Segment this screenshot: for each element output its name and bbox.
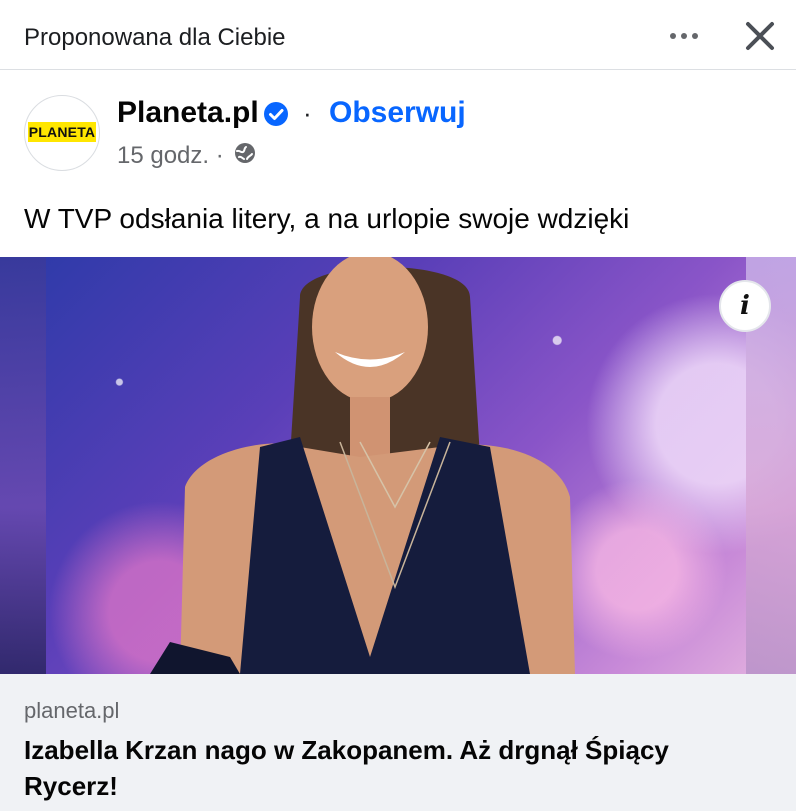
info-button[interactable]: i (719, 280, 771, 332)
close-button[interactable] (740, 16, 780, 56)
suggested-header: Proponowana dla Ciebie (0, 0, 796, 70)
page-logo: PLANETA (28, 122, 96, 142)
logo-text: PLANETA (28, 124, 96, 140)
post-timestamp[interactable]: 15 godz. · (117, 142, 224, 170)
verified-badge-icon (264, 102, 288, 126)
more-options-button[interactable] (664, 20, 704, 52)
more-dots-icon (692, 33, 698, 39)
close-icon (746, 22, 774, 50)
link-preview[interactable]: planeta.pl Izabella Krzan nago w Zakopan… (0, 674, 796, 811)
post-text: W TVP odsłania litery, a na urlopie swoj… (24, 203, 630, 234)
globe-icon (235, 143, 255, 163)
page-name-link[interactable]: Planeta.pl (117, 96, 259, 130)
more-dots-icon (681, 33, 687, 39)
link-domain: planeta.pl (24, 698, 120, 723)
suggested-title: Proponowana dla Ciebie (24, 24, 286, 51)
post-image[interactable]: i (0, 257, 796, 674)
page-avatar[interactable]: PLANETA (24, 95, 100, 171)
separator-dot: · (303, 98, 312, 128)
more-dots-icon (670, 33, 676, 39)
follow-button[interactable]: Obserwuj (329, 96, 466, 130)
link-headline[interactable]: Izabella Krzan nago w Zakopanem. Aż drgn… (24, 732, 744, 804)
person-photo (150, 257, 575, 674)
